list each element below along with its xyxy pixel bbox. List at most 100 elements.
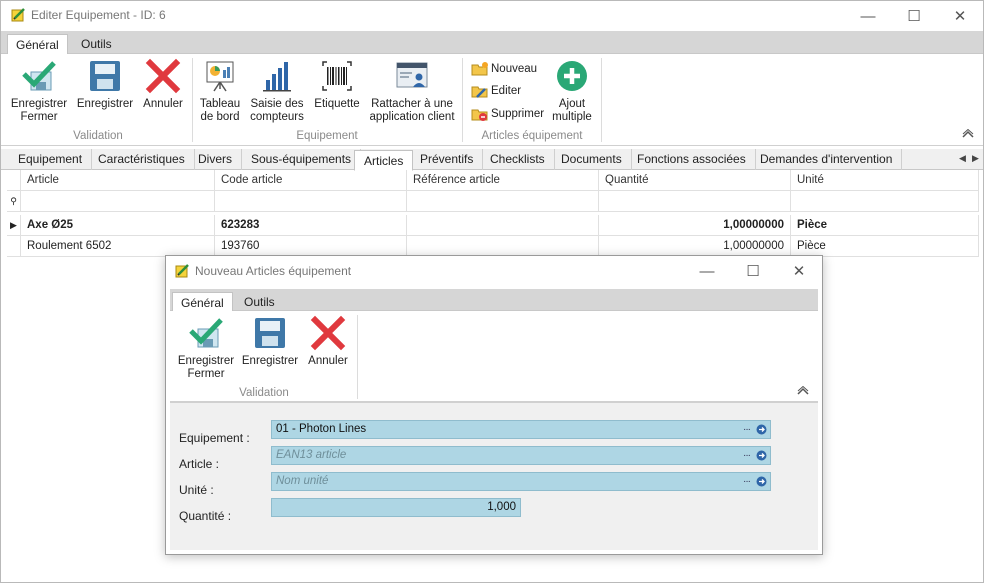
folder-edit-icon <box>471 86 488 98</box>
column-header-quantite[interactable]: Quantité <box>599 170 791 191</box>
title-bar: Editer Equipement - ID: 6 — ☐ ✕ <box>1 1 983 31</box>
tab-sous-equipements[interactable]: Sous-équipements <box>242 149 362 170</box>
dashboard-button[interactable]: Tableau de bord <box>197 58 243 124</box>
group-label-validation: Validation <box>73 130 123 142</box>
cell-reference-article[interactable] <box>407 215 599 236</box>
row-indicator <box>7 170 21 191</box>
cancel-button[interactable]: Annuler <box>141 58 185 111</box>
close-button[interactable]: ✕ <box>937 1 983 31</box>
edit-button[interactable]: Editer <box>471 82 521 100</box>
tab-scroll-right-icon[interactable]: ▶ <box>972 153 979 164</box>
table-row[interactable]: Roulement 6502 193760 1,00000000 Pièce <box>7 236 979 257</box>
tab-equipement[interactable]: Equipement <box>9 149 93 170</box>
filter-cell[interactable] <box>407 191 599 212</box>
filter-cell[interactable] <box>599 191 791 212</box>
tab-preventifs[interactable]: Préventifs <box>411 149 484 170</box>
floppy-disk-icon <box>255 318 285 348</box>
dialog-maximize-button[interactable]: ☐ <box>730 256 776 286</box>
go-arrow-icon[interactable] <box>756 476 767 487</box>
dashboard-icon <box>206 61 234 92</box>
dialog-save-close-button[interactable]: Enregistrer Fermer <box>174 315 238 381</box>
collapse-ribbon-icon[interactable] <box>961 129 975 139</box>
column-header-code-article[interactable]: Code article <box>215 170 407 191</box>
save-close-label-2: Fermer <box>20 111 58 123</box>
collapse-ribbon-icon[interactable] <box>796 386 810 396</box>
tab-documents[interactable]: Documents <box>552 149 632 170</box>
minimize-button[interactable]: — <box>845 1 891 31</box>
column-header-unite[interactable]: Unité <box>791 170 979 191</box>
content-tab-bar: Equipement Caractéristiques Divers Sous-… <box>1 149 983 171</box>
filter-icon: ⚲ <box>7 191 21 212</box>
ribbon-tab-general[interactable]: Général <box>7 34 68 55</box>
go-arrow-icon[interactable] <box>756 450 767 461</box>
dialog-cancel-button[interactable]: Annuler <box>306 315 350 368</box>
group-separator <box>601 58 602 142</box>
save-close-icon <box>22 61 56 91</box>
dialog-ribbon-tab-bar: Général Outils <box>170 289 818 313</box>
dialog-title-bar: Nouveau Articles équipement — ☐ ✕ <box>166 256 822 285</box>
tab-caracteristiques[interactable]: Caractéristiques <box>89 149 195 170</box>
ribbon: Enregistrer Fermer Enregistrer Annuler V… <box>1 54 983 146</box>
tab-scroll-left-icon[interactable]: ◀ <box>959 153 966 164</box>
column-header-reference-article[interactable]: Référence article <box>407 170 599 191</box>
filter-cell[interactable] <box>21 191 215 212</box>
cell-unite[interactable]: Pièce <box>791 236 979 257</box>
filter-row[interactable]: ⚲ <box>7 191 979 212</box>
window-title: Editer Equipement - ID: 6 <box>31 8 166 22</box>
dialog-tab-outils[interactable]: Outils <box>236 292 283 313</box>
label-button[interactable]: Etiquette <box>311 58 363 111</box>
tab-checklists[interactable]: Checklists <box>481 149 555 170</box>
cell-article[interactable]: Axe Ø25 <box>21 215 215 236</box>
equipement-label: Equipement : <box>179 431 250 445</box>
dialog-tab-general[interactable]: Général <box>172 292 233 313</box>
equipement-field[interactable]: 01 - Photon Lines ··· <box>271 420 771 439</box>
filter-cell[interactable] <box>791 191 979 212</box>
group-separator <box>357 315 358 399</box>
tab-demandes-intervention[interactable]: Demandes d'intervention <box>751 149 903 170</box>
tab-divers[interactable]: Divers <box>189 149 243 170</box>
cell-quantite[interactable]: 1,00000000 <box>599 236 791 257</box>
dialog-close-button[interactable]: ✕ <box>776 256 822 286</box>
cell-reference-article[interactable] <box>407 236 599 257</box>
table-row[interactable]: ▶ Axe Ø25 623283 1,00000000 Pièce <box>7 215 979 236</box>
save-button[interactable]: Enregistrer <box>75 58 135 111</box>
tab-articles[interactable]: Articles <box>354 150 414 171</box>
bulk-add-button[interactable]: Ajout multiple <box>549 58 595 124</box>
dialog-group-label-validation: Validation <box>239 387 289 399</box>
article-placeholder: EAN13 article <box>276 449 347 461</box>
save-close-button[interactable]: Enregistrer Fermer <box>7 58 71 124</box>
counters-button[interactable]: Saisie des compteurs <box>249 58 305 124</box>
current-row-arrow-icon: ▶ <box>7 215 21 236</box>
tab-fonctions-associees[interactable]: Fonctions associées <box>628 149 756 170</box>
dashboard-label-2: de bord <box>200 111 240 123</box>
ellipsis-button[interactable]: ··· <box>743 421 751 438</box>
dialog-save-button[interactable]: Enregistrer <box>240 315 300 368</box>
group-label-articles-equipement: Articles équipement <box>481 130 583 142</box>
cell-article[interactable]: Roulement 6502 <box>21 236 215 257</box>
article-field[interactable]: EAN13 article ··· <box>271 446 771 465</box>
go-arrow-icon[interactable] <box>756 424 767 435</box>
ribbon-tab-outils[interactable]: Outils <box>73 34 120 55</box>
attach-client-app-button[interactable]: Rattacher à une application client <box>367 58 457 124</box>
dialog-minimize-button[interactable]: — <box>684 256 730 286</box>
cell-unite[interactable]: Pièce <box>791 215 979 236</box>
quantite-label: Quantité : <box>179 509 232 523</box>
maximize-button[interactable]: ☐ <box>891 1 937 31</box>
delete-button[interactable]: Supprimer <box>471 105 544 123</box>
save-label: Enregistrer <box>76 98 134 110</box>
ellipsis-button[interactable]: ··· <box>743 447 751 464</box>
filter-cell[interactable] <box>215 191 407 212</box>
quantite-field[interactable]: 1,000 <box>271 498 521 517</box>
column-header-article[interactable]: Article <box>21 170 215 191</box>
dialog-title: Nouveau Articles équipement <box>195 264 352 278</box>
article-label: Article : <box>179 457 220 471</box>
ellipsis-button[interactable]: ··· <box>743 473 751 490</box>
cell-code-article[interactable]: 193760 <box>215 236 407 257</box>
cell-quantite[interactable]: 1,00000000 <box>599 215 791 236</box>
floppy-disk-icon <box>90 61 120 91</box>
bulk-add-label-1: Ajout <box>558 98 586 110</box>
unite-field[interactable]: Nom unité ··· <box>271 472 771 491</box>
new-button[interactable]: Nouveau <box>471 60 537 78</box>
counters-label-1: Saisie des <box>250 98 304 110</box>
cell-code-article[interactable]: 623283 <box>215 215 407 236</box>
